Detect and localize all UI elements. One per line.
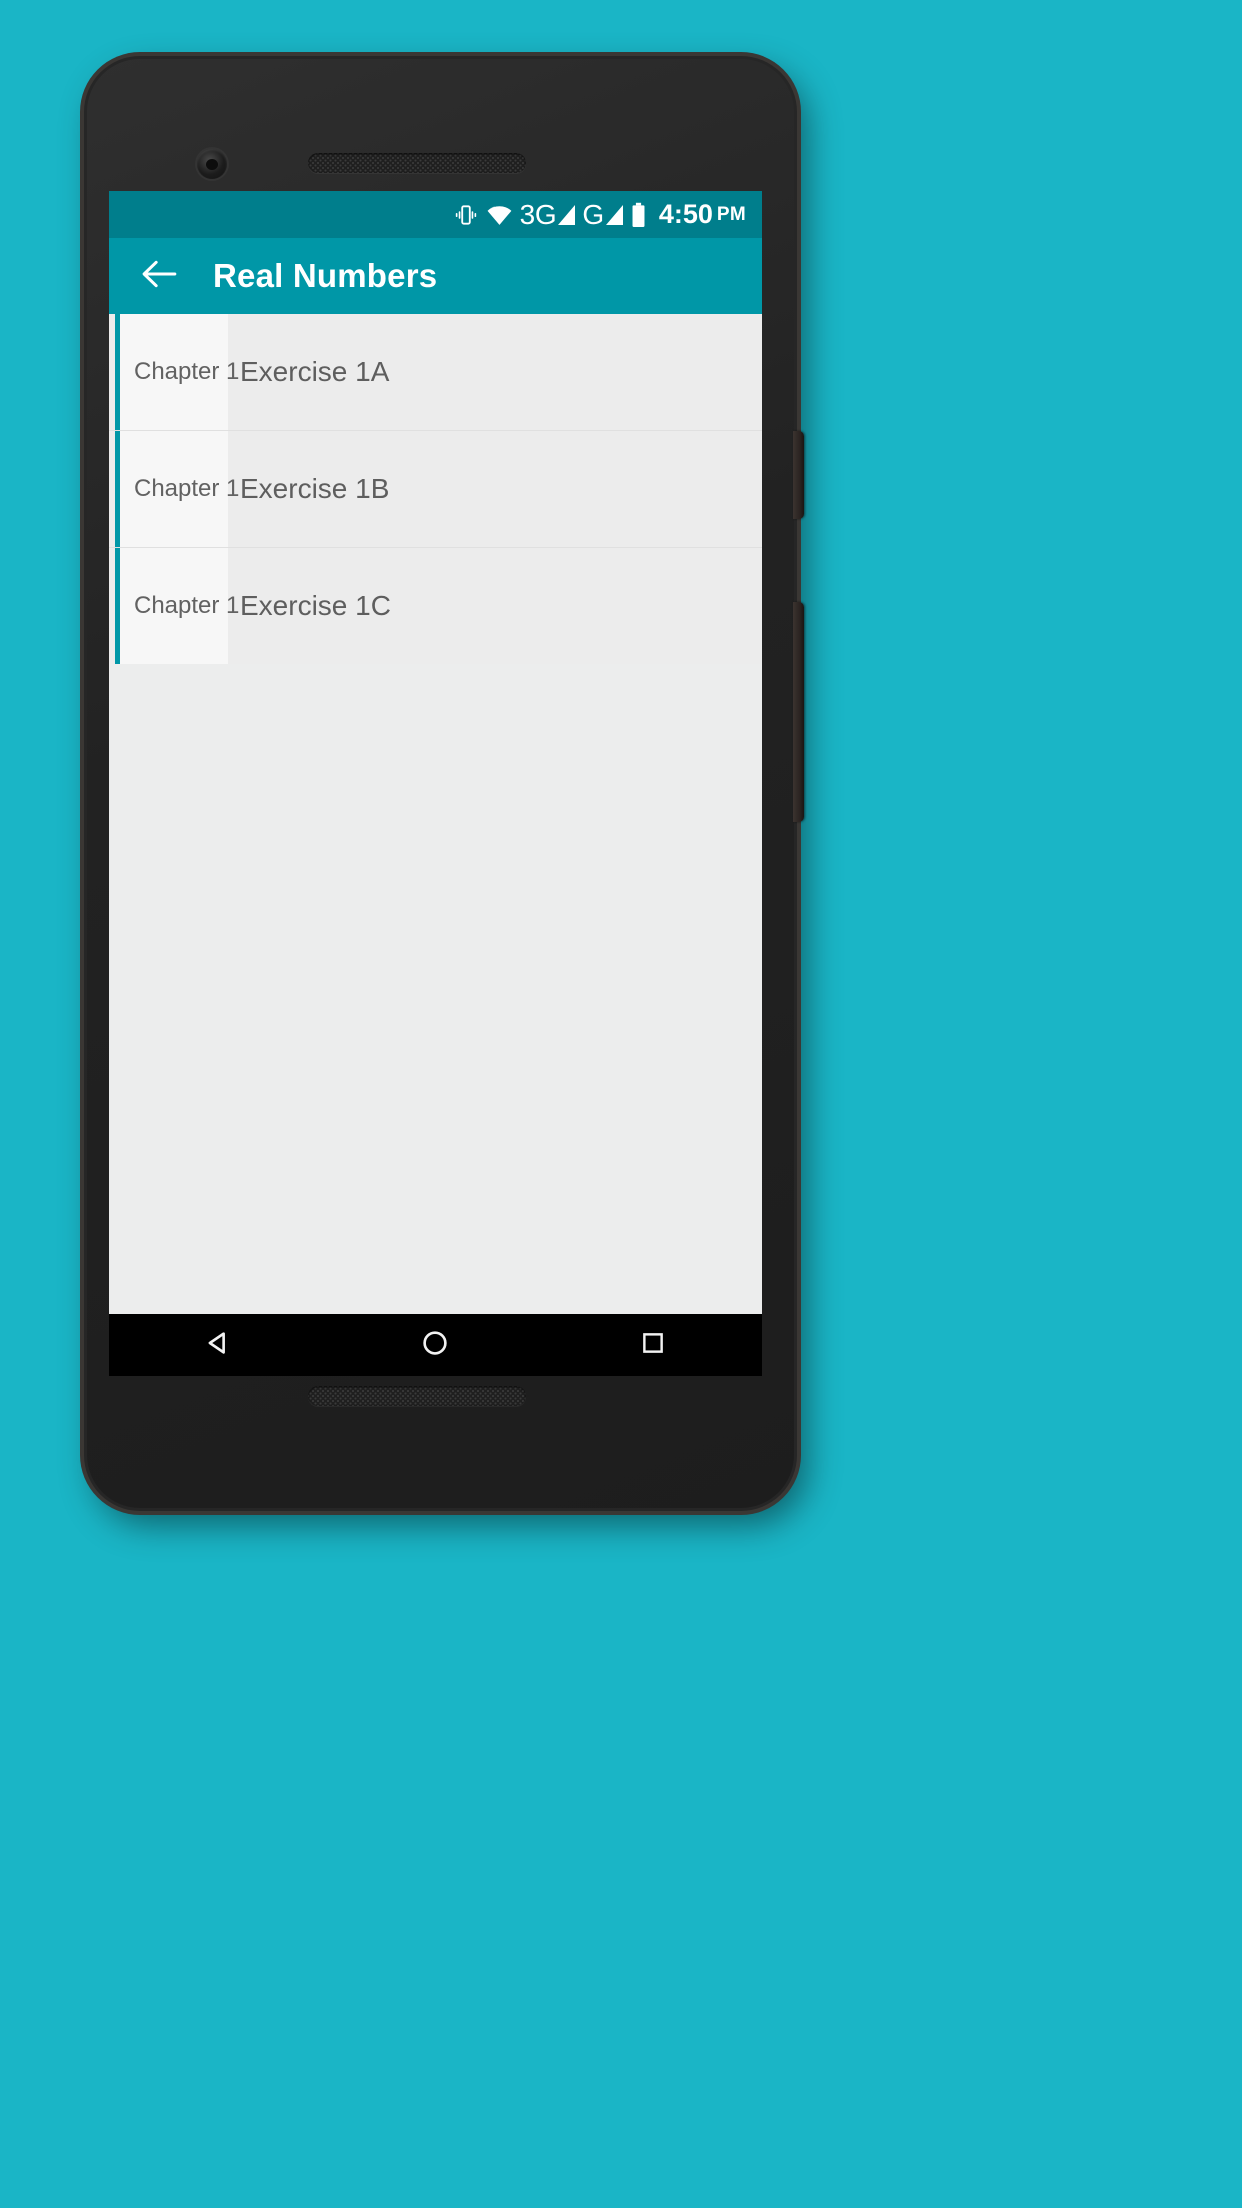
back-navigation-button[interactable] bbox=[131, 248, 187, 304]
circle-home-icon bbox=[420, 1328, 450, 1363]
clock-meridiem: PM bbox=[716, 204, 746, 225]
front-camera-icon bbox=[197, 149, 227, 179]
bottom-speaker-grille-icon bbox=[308, 1386, 526, 1406]
nav-back-button[interactable] bbox=[172, 1314, 264, 1376]
signal-bars-icon-1 bbox=[558, 204, 576, 225]
network-g-label: G bbox=[582, 198, 604, 230]
volume-rocker-button[interactable] bbox=[793, 602, 804, 822]
network-3g-label: 3G bbox=[519, 198, 557, 230]
network-3g-indicator: 3G bbox=[519, 198, 576, 230]
row-chapter-cell: Chapter 1 bbox=[120, 431, 239, 547]
signal-bars-icon-2 bbox=[605, 204, 623, 225]
triangle-back-icon bbox=[203, 1328, 233, 1363]
nav-home-button[interactable] bbox=[389, 1314, 481, 1376]
chapter-label: Chapter 1 bbox=[134, 475, 240, 502]
battery-icon bbox=[630, 202, 647, 228]
earpiece-speaker-grille-icon bbox=[308, 153, 526, 173]
arrow-back-icon bbox=[140, 258, 178, 295]
exercise-label: Exercise 1C bbox=[240, 590, 391, 621]
wifi-icon bbox=[486, 204, 513, 226]
app-bar: Real Numbers bbox=[109, 238, 762, 314]
vibrate-icon bbox=[453, 202, 479, 228]
row-exercise-cell: Exercise 1B bbox=[228, 431, 762, 547]
nav-recents-button[interactable] bbox=[607, 1314, 699, 1376]
phone-device: 3G G 4:50 PM Real Numbers Chapter 1 Exer… bbox=[84, 56, 804, 1511]
status-bar-clock: 4:50 PM bbox=[654, 201, 746, 228]
page-title: Real Numbers bbox=[213, 257, 438, 294]
exercise-list[interactable]: Chapter 1 Exercise 1A Chapter 1 Exercise… bbox=[109, 314, 762, 1314]
status-bar: 3G G 4:50 PM bbox=[109, 191, 762, 238]
exercise-label: Exercise 1A bbox=[240, 356, 390, 387]
chapter-label: Chapter 1 bbox=[134, 358, 240, 385]
row-exercise-cell: Exercise 1A bbox=[228, 314, 762, 430]
chapter-label: Chapter 1 bbox=[134, 592, 240, 619]
row-chapter-cell: Chapter 1 bbox=[120, 314, 239, 430]
table-row[interactable]: Chapter 1 Exercise 1C bbox=[109, 548, 762, 664]
power-button[interactable] bbox=[793, 431, 804, 519]
android-navigation-bar bbox=[109, 1314, 762, 1376]
row-exercise-cell: Exercise 1C bbox=[228, 548, 762, 664]
square-recents-icon bbox=[639, 1329, 667, 1362]
clock-time: 4:50 bbox=[658, 199, 713, 229]
network-g-indicator: G bbox=[582, 198, 623, 230]
table-row[interactable]: Chapter 1 Exercise 1A bbox=[109, 314, 762, 431]
table-row[interactable]: Chapter 1 Exercise 1B bbox=[109, 431, 762, 548]
phone-screen: 3G G 4:50 PM Real Numbers Chapter 1 Exer… bbox=[109, 191, 762, 1376]
row-chapter-cell: Chapter 1 bbox=[120, 548, 239, 664]
exercise-label: Exercise 1B bbox=[240, 473, 390, 504]
